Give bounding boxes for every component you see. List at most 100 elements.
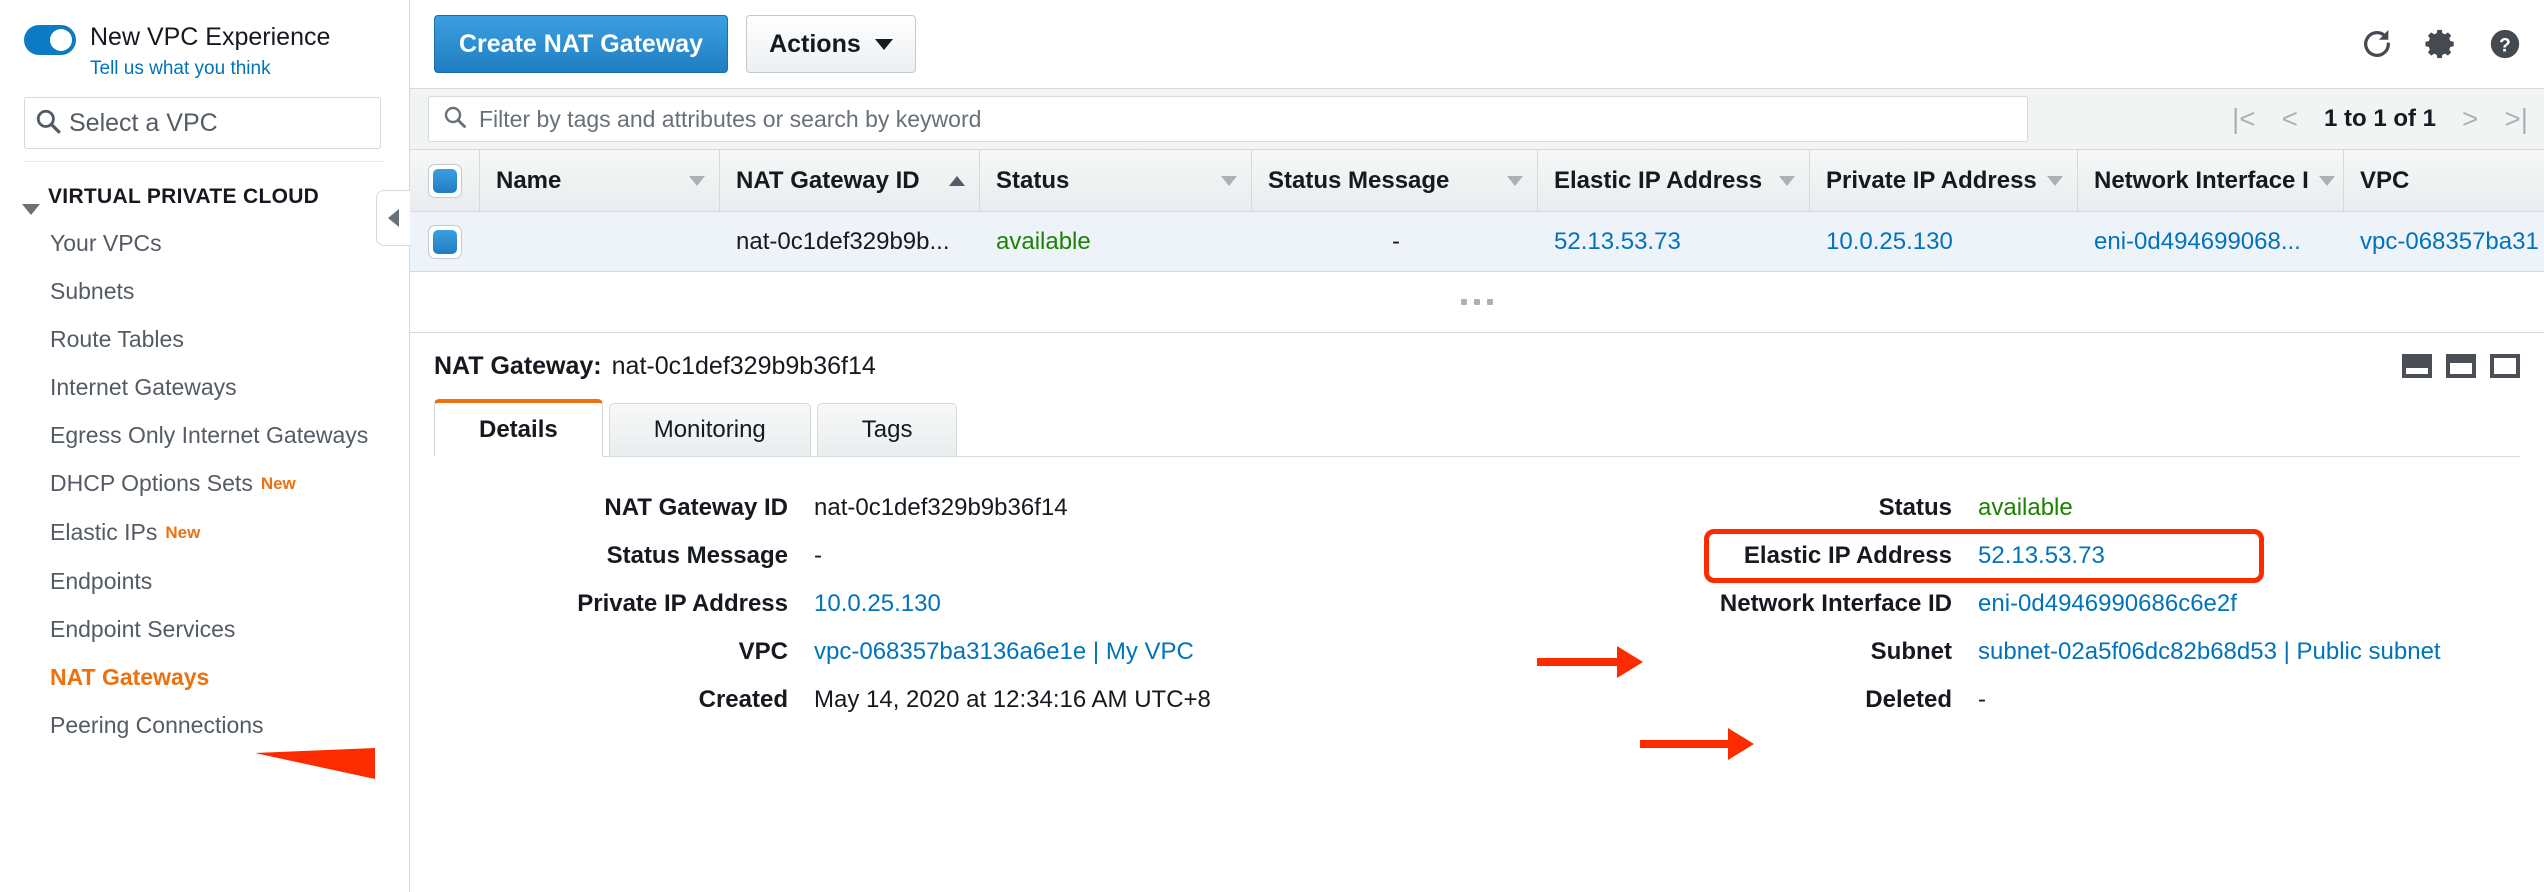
column-label: Elastic IP Address xyxy=(1554,166,1763,194)
panel-splitter[interactable] xyxy=(410,272,2544,332)
field-value: - xyxy=(1978,686,1986,713)
sidebar-item-label: Elastic IPs xyxy=(50,519,158,545)
field-deleted: Deleted - xyxy=(1598,683,2520,717)
row-checkbox[interactable] xyxy=(428,224,462,259)
sort-descending-icon xyxy=(1779,175,1795,186)
cell-status: available xyxy=(996,227,1091,255)
sidebar-item-subnets[interactable]: Subnets xyxy=(0,267,409,315)
sidebar-nav: VIRTUAL PRIVATE CLOUD Your VPCs Subnets … xyxy=(0,162,409,749)
refresh-icon[interactable] xyxy=(2360,27,2394,61)
sidebar-item-internet-gateways[interactable]: Internet Gateways xyxy=(0,363,409,411)
field-elastic-ip-address: Elastic IP Address 52.13.53.73 xyxy=(1598,529,2520,583)
sidebar-item-endpoints[interactable]: Endpoints xyxy=(0,557,409,605)
field-value[interactable]: subnet-02a5f06dc82b68d53 | Public subnet xyxy=(1978,635,2441,669)
actions-button[interactable]: Actions xyxy=(746,15,916,73)
prev-page-button[interactable]: < xyxy=(2282,103,2298,135)
table-header-row: Name NAT Gateway ID Status Status Messag… xyxy=(410,150,2544,212)
field-vpc: VPC vpc-068357ba3136a6e1e | My VPC xyxy=(434,635,1534,669)
sidebar-item-label: Endpoint Services xyxy=(50,616,236,642)
new-badge: New xyxy=(260,474,296,493)
feedback-link[interactable]: Tell us what you think xyxy=(90,55,330,83)
toolbar: Create NAT Gateway Actions ? xyxy=(410,0,2544,88)
field-value[interactable]: eni-0d4946990686c6e2f xyxy=(1978,587,2237,621)
gear-icon[interactable] xyxy=(2424,27,2458,61)
tab-monitoring[interactable]: Monitoring xyxy=(608,403,811,457)
panel-small-icon[interactable] xyxy=(2402,354,2432,378)
cell-vpc[interactable]: vpc-068357ba31 xyxy=(2344,212,2544,271)
filter-bar: Filter by tags and attributes or search … xyxy=(410,88,2544,150)
panel-medium-icon[interactable] xyxy=(2446,354,2476,378)
tab-label: Details xyxy=(479,415,558,443)
sidebar-item-endpoint-services[interactable]: Endpoint Services xyxy=(0,605,409,653)
field-nat-gateway-id: NAT Gateway ID nat-0c1def329b9b36f14 xyxy=(434,491,1534,525)
select-all-cell[interactable] xyxy=(410,150,480,211)
sidebar-item-dhcp-options-sets[interactable]: DHCP Options Sets New xyxy=(0,459,409,508)
vpc-selector[interactable]: Select a VPC xyxy=(24,97,381,149)
sidebar-item-label: Your VPCs xyxy=(50,230,162,256)
table-row[interactable]: nat-0c1def329b9b... available - 52.13.53… xyxy=(410,212,2544,272)
sidebar-item-elastic-ips[interactable]: Elastic IPs New xyxy=(0,508,409,557)
toolbar-icons: ? xyxy=(2360,27,2522,61)
sidebar-item-label: NAT Gateways xyxy=(50,664,210,690)
nat-gateways-table: Name NAT Gateway ID Status Status Messag… xyxy=(410,150,2544,272)
column-header-name[interactable]: Name xyxy=(480,150,720,211)
help-icon[interactable]: ? xyxy=(2488,27,2522,61)
row-select-cell[interactable] xyxy=(410,212,480,271)
sidebar-item-peering-connections[interactable]: Peering Connections xyxy=(0,701,409,749)
search-input[interactable]: Filter by tags and attributes or search … xyxy=(428,96,2028,142)
field-label: Status xyxy=(1878,494,1952,521)
cell-elastic-ip-address[interactable]: 52.13.53.73 xyxy=(1538,212,1810,271)
main-content: Create NAT Gateway Actions ? Filter by t… xyxy=(410,0,2544,892)
new-vpc-experience-row: New VPC Experience Tell us what you thin… xyxy=(0,16,409,83)
field-value: - xyxy=(814,542,822,569)
column-label: Status Message xyxy=(1268,166,1450,194)
field-label: NAT Gateway ID xyxy=(604,494,788,521)
sidebar-item-your-vpcs[interactable]: Your VPCs xyxy=(0,219,409,267)
detail-fields: NAT Gateway ID nat-0c1def329b9b36f14 Sta… xyxy=(434,457,2520,717)
create-nat-gateway-button[interactable]: Create NAT Gateway xyxy=(434,15,729,73)
tab-details[interactable]: Details xyxy=(434,399,603,457)
field-value[interactable]: 52.13.53.73 xyxy=(1978,539,2105,573)
create-nat-gateway-label: Create NAT Gateway xyxy=(459,29,704,58)
cell-nat-gateway-id: nat-0c1def329b9b... xyxy=(736,227,950,255)
column-header-status-message[interactable]: Status Message xyxy=(1252,150,1538,211)
panel-size-controls xyxy=(2402,354,2520,378)
column-label: NAT Gateway ID xyxy=(736,166,920,194)
sidebar-collapse-button[interactable] xyxy=(376,190,410,246)
cell-private-ip-address[interactable]: 10.0.25.130 xyxy=(1810,212,2078,271)
column-header-network-interface-id[interactable]: Network Interface I xyxy=(2078,150,2344,211)
column-label: Private IP Address xyxy=(1826,166,2037,194)
sort-ascending-icon xyxy=(949,175,965,186)
detail-header-label: NAT Gateway: xyxy=(434,351,602,380)
first-page-button[interactable]: |< xyxy=(2232,103,2256,135)
new-experience-toggle[interactable] xyxy=(24,25,76,55)
tab-tags[interactable]: Tags xyxy=(816,403,958,457)
column-header-private-ip-address[interactable]: Private IP Address xyxy=(1810,150,2078,211)
sidebar-item-nat-gateways[interactable]: NAT Gateways xyxy=(0,653,409,701)
field-label: Status Message xyxy=(606,542,788,569)
field-network-interface-id: Network Interface ID eni-0d4946990686c6e… xyxy=(1598,587,2520,621)
field-created: Created May 14, 2020 at 12:34:16 AM UTC+… xyxy=(434,683,1534,717)
sidebar-item-label: Endpoints xyxy=(50,568,153,594)
svg-text:?: ? xyxy=(2499,35,2511,56)
column-label: Network Interface I xyxy=(2094,166,2309,194)
cell-network-interface-id[interactable]: eni-0d494699068... xyxy=(2078,212,2344,271)
panel-large-icon[interactable] xyxy=(2490,354,2520,378)
column-header-elastic-ip-address[interactable]: Elastic IP Address xyxy=(1538,150,1810,211)
field-label: Deleted xyxy=(1865,686,1952,713)
field-value[interactable]: vpc-068357ba3136a6e1e | My VPC xyxy=(814,635,1194,669)
nav-section-vpc[interactable]: VIRTUAL PRIVATE CLOUD xyxy=(0,178,409,219)
last-page-button[interactable]: >| xyxy=(2504,103,2528,135)
search-icon xyxy=(443,105,467,134)
vpc-selector-wrap: Select a VPC xyxy=(0,83,409,149)
column-header-nat-gateway-id[interactable]: NAT Gateway ID xyxy=(720,150,980,211)
sidebar-item-egress-only-internet-gateways[interactable]: Egress Only Internet Gateways xyxy=(0,411,409,459)
next-page-button[interactable]: > xyxy=(2462,103,2478,135)
sidebar-item-route-tables[interactable]: Route Tables xyxy=(0,315,409,363)
column-header-status[interactable]: Status xyxy=(980,150,1252,211)
column-header-vpc[interactable]: VPC xyxy=(2344,150,2544,211)
sidebar-item-label: Egress Only Internet Gateways xyxy=(50,422,369,448)
select-all-checkbox[interactable] xyxy=(427,163,462,198)
field-subnet: Subnet subnet-02a5f06dc82b68d53 | Public… xyxy=(1598,635,2520,669)
field-value[interactable]: 10.0.25.130 xyxy=(814,587,941,621)
